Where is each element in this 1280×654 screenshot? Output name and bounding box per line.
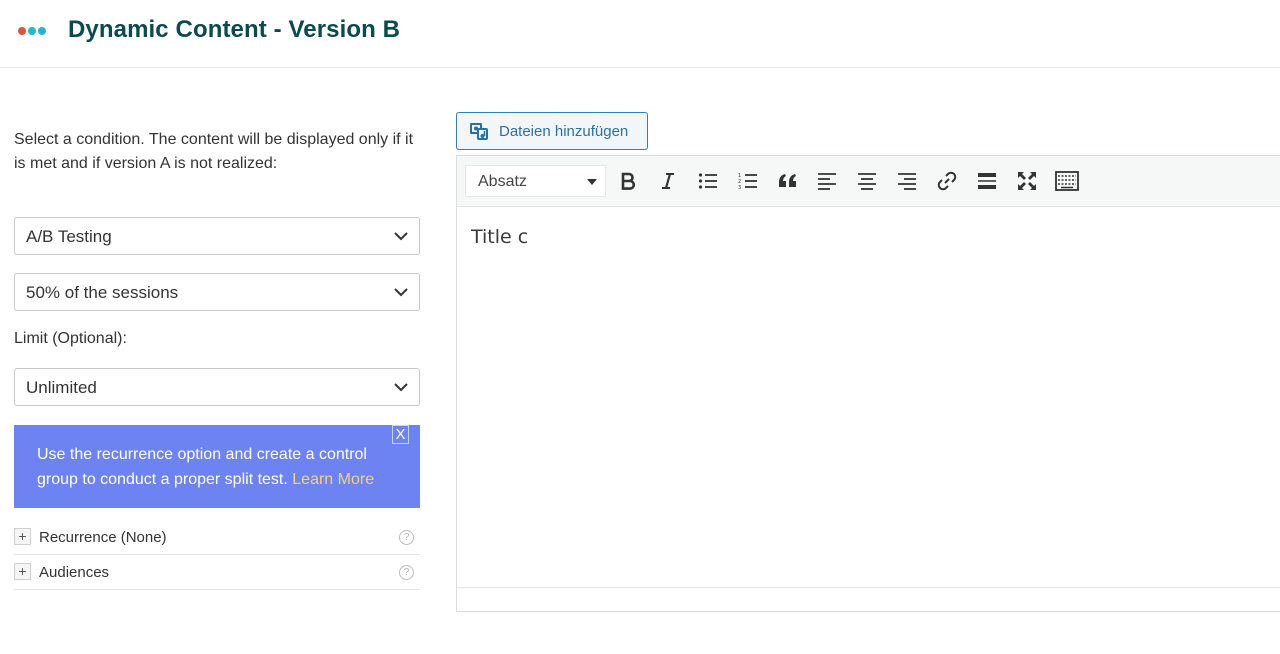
banner-text: Use the recurrence option and create a c… (37, 442, 402, 492)
limit-select-value: Unlimited (26, 378, 97, 397)
condition-instructions: Select a condition. The content will be … (14, 131, 414, 172)
toolbar-toggle-icon (1055, 171, 1079, 191)
fullscreen-icon (1018, 172, 1036, 190)
italic-button[interactable] (655, 168, 681, 194)
help-icon[interactable]: ? (399, 530, 414, 545)
align-right-icon (898, 173, 916, 190)
accordion-recurrence[interactable]: + Recurrence (None) ? (14, 520, 420, 555)
logo-dot (28, 27, 36, 35)
link-icon (937, 171, 957, 191)
limit-label: Limit (Optional): (14, 330, 127, 347)
numbered-list-button[interactable]: 123 (735, 168, 761, 194)
limit-select[interactable]: Unlimited (14, 368, 420, 406)
page-title: Dynamic Content - Version B (68, 16, 401, 43)
svg-text:3: 3 (738, 185, 741, 190)
condition-select-value: A/B Testing (26, 227, 112, 246)
insert-link-button[interactable] (934, 168, 960, 194)
accordion-label[interactable]: Audiences (39, 564, 109, 581)
condition-select[interactable]: A/B Testing (14, 217, 420, 255)
add-media-label: Dateien hinzufügen (499, 123, 629, 140)
logo-dot (18, 27, 26, 35)
italic-icon (662, 173, 674, 189)
format-select-value: Absatz (478, 173, 527, 190)
rich-text-editor: Absatz 123 Title c (456, 155, 1280, 612)
toolbar-toggle-button[interactable] (1054, 168, 1080, 194)
format-select[interactable]: Absatz (465, 165, 606, 197)
editor-statusbar (457, 587, 1280, 611)
blockquote-button[interactable] (775, 168, 801, 194)
sessions-select[interactable]: 50% of the sessions (14, 273, 420, 311)
accordion-label[interactable]: Recurrence (None) (39, 529, 167, 546)
expand-icon[interactable]: + (14, 563, 31, 580)
header: Dynamic Content - Version B (0, 0, 1280, 68)
fullscreen-button[interactable] (1014, 168, 1040, 194)
blockquote-icon (779, 174, 796, 187)
logo-dot (38, 27, 46, 35)
learn-more-link[interactable]: Learn More (292, 471, 374, 488)
editor-content[interactable]: Title c (471, 226, 528, 248)
chevron-down-icon (394, 288, 408, 297)
split-test-banner: X Use the recurrence option and create a… (14, 425, 420, 508)
chevron-down-icon (394, 232, 408, 241)
align-right-button[interactable] (894, 168, 920, 194)
bullet-list-button[interactable] (695, 168, 721, 194)
read-more-button[interactable] (974, 168, 1000, 194)
align-center-icon (858, 173, 876, 190)
chevron-down-icon (394, 383, 408, 392)
logo (18, 27, 46, 35)
numbered-list-icon: 123 (738, 173, 757, 190)
caret-down-icon (587, 179, 597, 185)
expand-icon[interactable]: + (14, 528, 31, 545)
bullet-list-icon (698, 173, 717, 189)
sessions-select-value: 50% of the sessions (26, 283, 179, 302)
help-icon[interactable]: ? (399, 565, 414, 580)
align-left-icon (818, 173, 836, 190)
add-media-button[interactable]: Dateien hinzufügen (456, 112, 648, 150)
read-more-icon (978, 173, 996, 189)
align-center-button[interactable] (854, 168, 880, 194)
bold-button[interactable] (615, 168, 641, 194)
accordion-audiences[interactable]: + Audiences ? (14, 555, 420, 590)
bold-icon (621, 172, 636, 190)
editor-toolbar: Absatz 123 (457, 156, 1280, 207)
align-left-button[interactable] (814, 168, 840, 194)
media-icon (470, 123, 488, 140)
